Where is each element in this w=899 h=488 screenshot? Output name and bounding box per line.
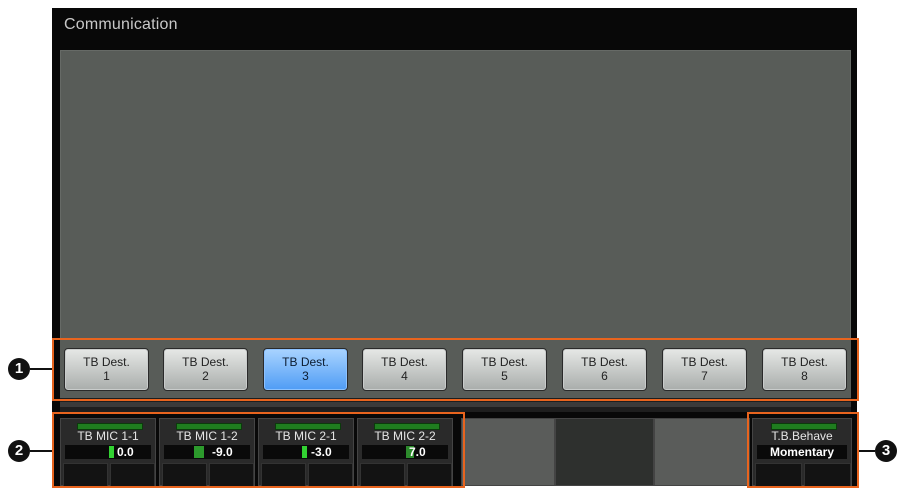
page-title: Communication	[64, 16, 178, 33]
tb-mic-1-1-panel[interactable]: TB MIC 1-1 0.0	[60, 418, 156, 487]
cell	[261, 463, 306, 487]
main-display-area	[60, 50, 851, 340]
level-value: -3.0	[311, 445, 332, 459]
marker-line	[30, 368, 52, 370]
mic-name: TB MIC 2-2	[374, 429, 436, 443]
level-display[interactable]: 0.0	[65, 445, 151, 459]
behave-label: T.B.Behave	[771, 429, 833, 443]
cell	[63, 463, 108, 487]
cell	[308, 463, 353, 487]
tb-mic-2-1-panel[interactable]: TB MIC 2-1 -3.0	[258, 418, 354, 487]
level-meter	[109, 446, 114, 458]
level-display[interactable]: -9.0	[164, 445, 250, 459]
mic-name: TB MIC 1-2	[176, 429, 238, 443]
button-label: TB Dest.	[781, 355, 828, 369]
empty-slot	[654, 418, 750, 486]
button-number: 7	[701, 369, 708, 383]
cell	[110, 463, 155, 487]
level-value: 7.0	[409, 445, 426, 459]
cell	[755, 463, 802, 487]
tb-dest-2-button[interactable]: TB Dest. 2	[163, 348, 248, 391]
tb-dest-8-button[interactable]: TB Dest. 8	[762, 348, 847, 391]
mic-name: TB MIC 1-1	[77, 429, 139, 443]
divider-bar	[60, 398, 851, 412]
level-display[interactable]: 7.0	[362, 445, 448, 459]
level-meter	[194, 446, 204, 458]
marker-line	[30, 450, 52, 452]
cell	[804, 463, 851, 487]
tb-dest-4-button[interactable]: TB Dest. 4	[362, 348, 447, 391]
button-number: 5	[501, 369, 508, 383]
marker-line	[859, 450, 875, 452]
empty-slot	[555, 418, 654, 486]
button-number: 3	[302, 369, 309, 383]
button-number: 8	[801, 369, 808, 383]
callout-marker-3: 3	[875, 440, 897, 462]
behave-display[interactable]: Momentary	[757, 445, 847, 459]
callout-marker-2: 2	[8, 440, 30, 462]
level-value: -9.0	[212, 445, 233, 459]
tb-dest-1-button[interactable]: TB Dest. 1	[64, 348, 149, 391]
button-label: TB Dest.	[681, 355, 728, 369]
button-label: TB Dest.	[182, 355, 229, 369]
tb-behave-panel[interactable]: T.B.Behave Momentary	[752, 418, 852, 487]
button-number: 1	[103, 369, 110, 383]
tb-dest-5-button[interactable]: TB Dest. 5	[462, 348, 547, 391]
level-meter	[302, 446, 307, 458]
level-value: 0.0	[117, 445, 134, 459]
button-number: 4	[401, 369, 408, 383]
cell	[162, 463, 207, 487]
button-label: TB Dest.	[83, 355, 130, 369]
button-label: TB Dest.	[481, 355, 528, 369]
callout-marker-1: 1	[8, 358, 30, 380]
cell	[407, 463, 452, 487]
cell	[360, 463, 405, 487]
tb-mic-2-2-panel[interactable]: TB MIC 2-2 7.0	[357, 418, 453, 487]
button-label: TB Dest.	[381, 355, 428, 369]
behave-value: Momentary	[769, 445, 834, 459]
level-display[interactable]: -3.0	[263, 445, 349, 459]
mic-name: TB MIC 2-1	[275, 429, 337, 443]
tb-dest-6-button[interactable]: TB Dest. 6	[562, 348, 647, 391]
cell	[209, 463, 254, 487]
button-label: TB Dest.	[282, 355, 329, 369]
tb-dest-3-button[interactable]: TB Dest. 3	[263, 348, 348, 391]
tb-mic-1-2-panel[interactable]: TB MIC 1-2 -9.0	[159, 418, 255, 487]
button-number: 2	[202, 369, 209, 383]
button-label: TB Dest.	[581, 355, 628, 369]
tb-dest-7-button[interactable]: TB Dest. 7	[662, 348, 747, 391]
button-number: 6	[601, 369, 608, 383]
empty-slot	[461, 418, 555, 486]
